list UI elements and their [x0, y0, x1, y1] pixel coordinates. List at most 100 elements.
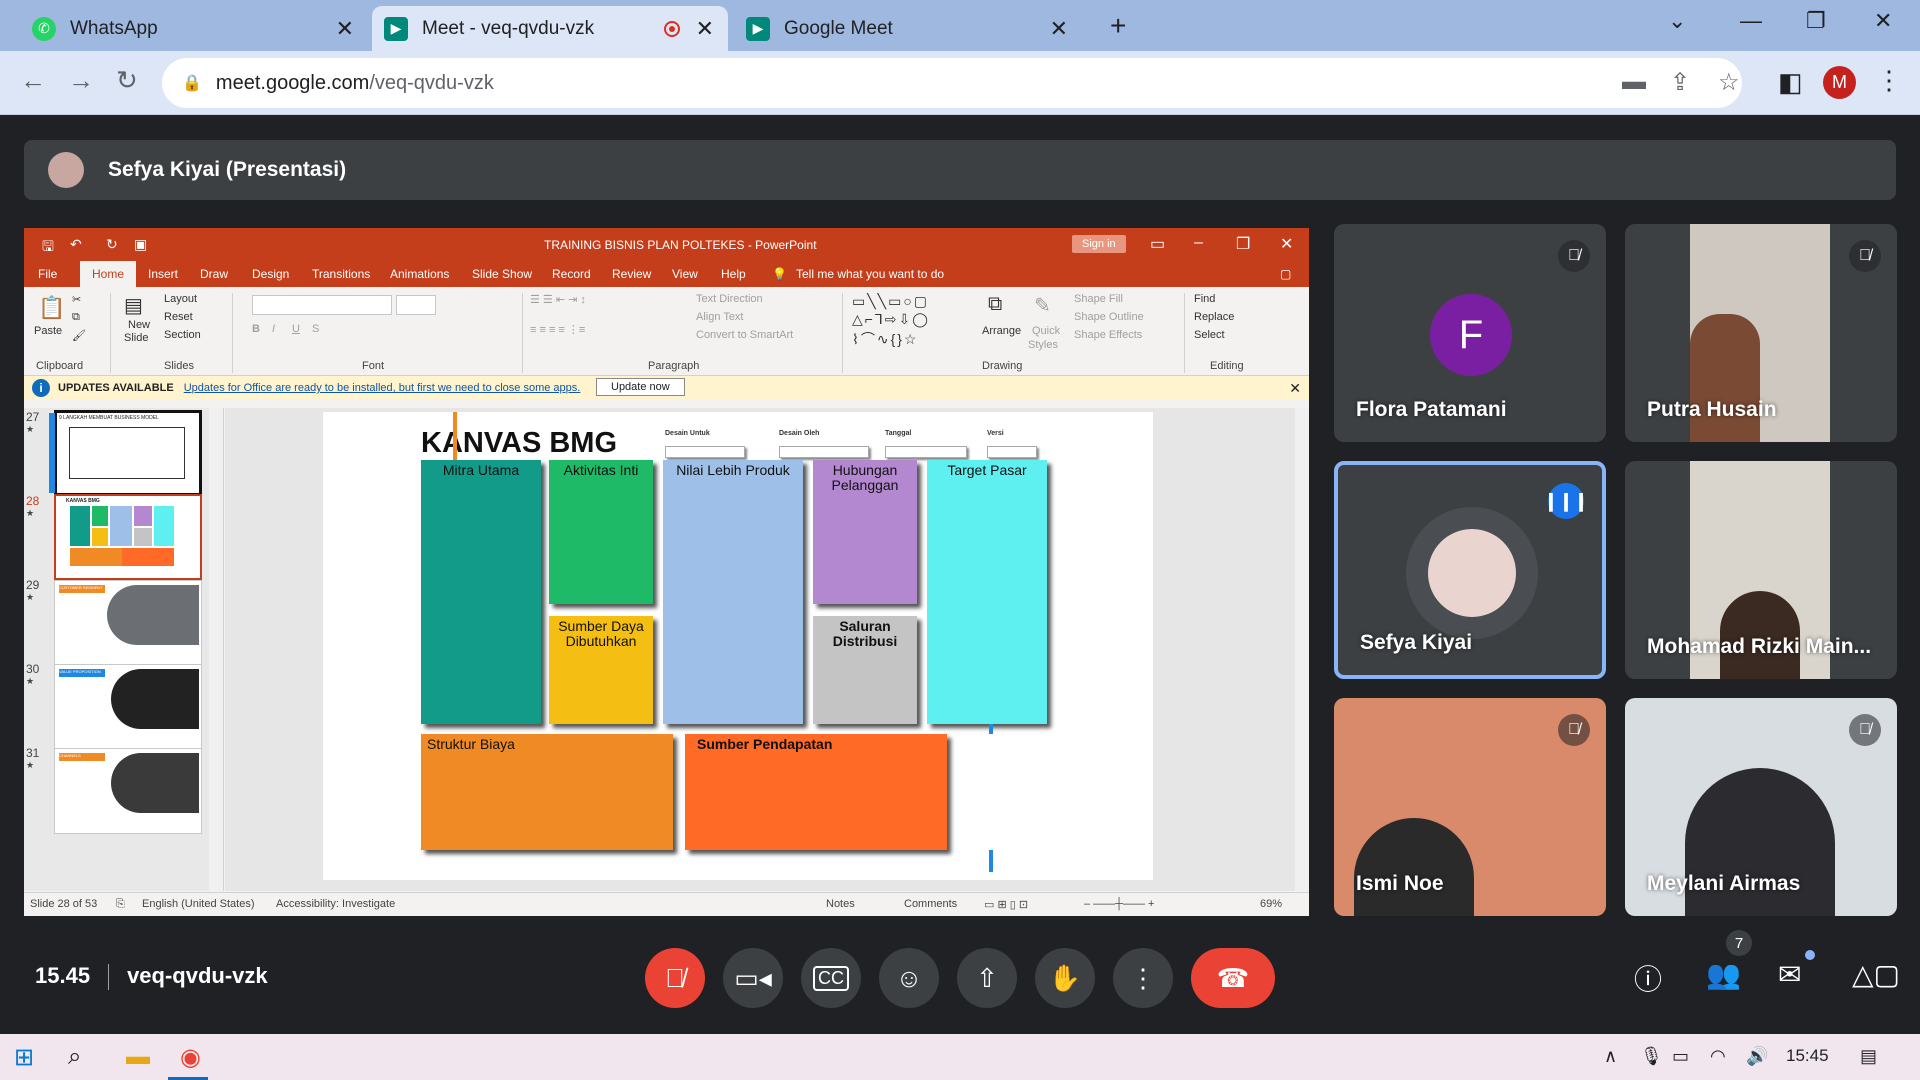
quick-styles-label2: Styles — [1028, 339, 1058, 351]
align-icons: ≡ ≡ ≡ ≡ ⋮≡ — [530, 324, 586, 336]
new-slide-label: New — [128, 319, 151, 331]
thumb-star: ★ — [26, 592, 35, 602]
close-icon[interactable]: ✕ — [336, 16, 354, 42]
back-arrow-icon[interactable]: ← — [20, 65, 46, 96]
slide-thumbnail-27: 9 LANGKAH MEMBUAT BUSINESS MODEL — [49, 410, 202, 496]
activities-icon[interactable]: △▢ — [1852, 958, 1900, 991]
side-panel-icon[interactable]: ◧ — [1778, 67, 1803, 98]
tab-meet-active[interactable]: ▶ Meet - veq-qvdu-vzk ✕ — [372, 6, 728, 51]
mic-off-button[interactable]: 🎙̸ — [645, 948, 705, 1008]
tab-google-meet[interactable]: ▶ Google Meet ✕ — [734, 6, 1082, 51]
align-text-button: Align Text — [696, 311, 744, 323]
participant-tile-meylani[interactable]: 🎙̸ Meylani Airmas — [1625, 698, 1897, 916]
battery-icon[interactable]: ▭ — [1672, 1046, 1689, 1067]
more-options-button[interactable]: ⋮ — [1113, 948, 1173, 1008]
search-icon[interactable]: ⌕ — [68, 1043, 81, 1071]
copy-icon: ⧉ — [72, 311, 80, 323]
accessibility-label: Accessibility: Investigate — [276, 898, 396, 910]
close-icon[interactable]: ✕ — [696, 16, 714, 42]
spellcheck-icon: ⎘ — [116, 898, 125, 910]
shadow-icon: S — [312, 323, 320, 335]
present-screen-icon: ⇧ — [976, 962, 998, 993]
leave-call-button[interactable]: ☎ — [1191, 948, 1275, 1008]
forward-arrow-icon[interactable]: → — [68, 65, 94, 96]
participant-tile-putra[interactable]: 🎙̸ Putra Husain — [1625, 224, 1897, 442]
share-icon[interactable]: ⇪ — [1670, 68, 1690, 97]
profile-avatar[interactable]: M — [1823, 66, 1856, 99]
reload-icon[interactable]: ↻ — [116, 65, 138, 96]
meeting-info-icon[interactable]: ⓘ — [1634, 958, 1662, 998]
windows-start-icon[interactable]: ⊞ — [14, 1043, 34, 1072]
tab-search-chevron-icon[interactable]: ⌄ — [1668, 8, 1686, 34]
browser-tab-bar: ✆ WhatsApp ✕ ▶ Meet - veq-qvdu-vzk ✕ ▶ G… — [0, 0, 1920, 51]
font-group-label: Font — [362, 360, 385, 372]
ppt-doc-title: TRAINING BISNIS PLAN POLTEKES - PowerPoi… — [544, 238, 817, 252]
minimize-icon[interactable]: — — [1740, 8, 1762, 34]
shape-effects-button: Shape Effects — [1074, 329, 1143, 341]
camera-button[interactable]: ▭◂ — [723, 948, 783, 1008]
block-nilai-lebih-produk: Nilai Lebih Produk — [663, 460, 803, 724]
participant-name: Flora Patamani — [1356, 398, 1507, 421]
italic-icon: I — [272, 323, 276, 335]
participant-name: Meylani Airmas — [1647, 872, 1801, 895]
microphone-tray-icon[interactable]: 🎙 — [1640, 1046, 1663, 1067]
restore-icon[interactable]: ❐ — [1806, 8, 1826, 34]
shape-fill-button: Shape Fill — [1074, 293, 1123, 305]
block-target-pasar: Target Pasar — [927, 460, 1047, 724]
participant-tile-flora[interactable]: F 🎙̸ Flora Patamani — [1334, 224, 1606, 442]
participant-tile-mohamad[interactable]: Mohamad Rizki Main... — [1625, 461, 1897, 679]
captions-button[interactable]: CC — [801, 948, 861, 1008]
tab-title: Meet - veq-qvdu-vzk — [422, 17, 595, 39]
tray-chevron-icon[interactable]: ∧ — [1604, 1046, 1617, 1067]
ppt-tell-me: Tell me what you want to do — [796, 267, 945, 281]
slide-thumbnail-28-selected: KANVAS BMG — [54, 494, 202, 580]
people-icon[interactable]: 👥 — [1706, 958, 1741, 991]
bookmark-star-icon[interactable]: ☆ — [1718, 68, 1740, 97]
present-button[interactable]: ⇧ — [957, 948, 1017, 1008]
meet-icon: ▶ — [384, 16, 408, 41]
slide-title: KANVAS BMG — [421, 427, 618, 459]
thumbnail-scrollbar — [209, 408, 223, 891]
redo-icon: ↻ — [106, 236, 118, 252]
thumb-number: 27 — [26, 410, 40, 424]
tab-whatsapp[interactable]: ✆ WhatsApp ✕ — [20, 6, 368, 51]
address-bar-row: ← → ↻ 🔒 meet.google.com/veq-qvdu-vzk ▬ ⇪… — [0, 51, 1920, 115]
new-tab-plus-icon[interactable]: + — [1110, 10, 1126, 42]
find-button: Find — [1194, 293, 1216, 305]
paste-label: Paste — [34, 325, 63, 337]
taskbar-clock[interactable]: 15:45 — [1786, 1046, 1829, 1066]
url-input[interactable]: 🔒 meet.google.com/veq-qvdu-vzk ▬ ⇪ ☆ — [162, 58, 1742, 108]
close-window-icon[interactable]: ✕ — [1874, 8, 1892, 34]
ribbon-display-icon: ▭ — [1150, 236, 1166, 253]
block-struktur-biaya: Struktur Biaya — [421, 734, 673, 850]
thumb-star: ★ — [26, 676, 35, 686]
block-sumber-pendapatan: Sumber Pendapatan — [685, 734, 947, 850]
hang-up-icon: ☎ — [1216, 962, 1250, 993]
drawing-group-label: Drawing — [982, 360, 1023, 372]
close-icon[interactable]: ✕ — [1050, 16, 1068, 42]
thumb-caption: KANVAS BMG — [66, 498, 100, 504]
participant-tile-ismi[interactable]: 🎙̸ Ismi Noe — [1334, 698, 1606, 916]
chrome-icon[interactable]: ◉ — [180, 1043, 201, 1072]
speaker-icon[interactable]: 🔊 — [1746, 1046, 1768, 1067]
slide-thumbnail-pane: 27 ★ 9 LANGKAH MEMBUAT BUSINESS MODEL 28… — [24, 408, 224, 891]
bullets-icon: ☰ ☰ ⇤ ⇥ ↕ — [530, 294, 586, 306]
comments-icon: ▢ — [1280, 267, 1292, 281]
raise-hand-button[interactable]: ✋ — [1035, 948, 1095, 1008]
font-name-box — [252, 295, 392, 315]
camera-icon[interactable]: ▬ — [1622, 68, 1646, 96]
zoom-level: 69% — [1260, 898, 1283, 910]
menu-dots-icon[interactable]: ⋮ — [1876, 65, 1902, 96]
wifi-icon[interactable]: ◠ — [1710, 1046, 1726, 1067]
language-label: English (United States) — [142, 898, 255, 910]
file-explorer-icon[interactable]: ▬ — [126, 1043, 150, 1071]
replace-button: Replace — [1194, 311, 1235, 323]
reactions-button[interactable]: ☺ — [879, 948, 939, 1008]
ppt-minimize-icon: – — [1194, 234, 1203, 251]
notifications-icon[interactable]: ▤ — [1860, 1046, 1877, 1067]
thumb-caption: CUSTOMER SEGMENT — [59, 585, 105, 593]
thumb-star: ★ — [26, 760, 35, 770]
participant-tile-sefya[interactable]: ❙❙❙ Sefya Kiyai — [1334, 461, 1606, 679]
chat-icon[interactable]: ✉ — [1778, 958, 1801, 991]
block-mitra-utama: Mitra Utama — [421, 460, 541, 724]
